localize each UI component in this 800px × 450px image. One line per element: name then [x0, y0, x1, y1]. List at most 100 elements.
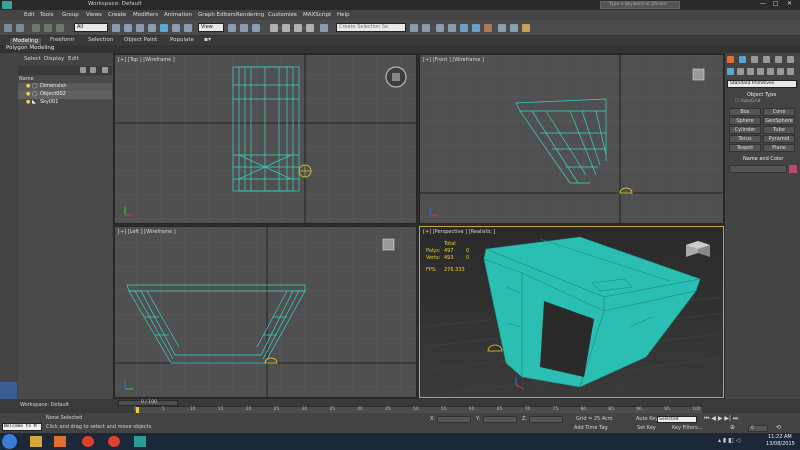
cylinder-button[interactable]: Cylinder [729, 126, 761, 134]
set-key-button[interactable]: Set Key [637, 426, 656, 431]
workspace-title[interactable]: Workspace: Default [88, 1, 142, 8]
current-frame-field[interactable]: 0 [748, 425, 768, 432]
tab-selection[interactable]: Selection [88, 37, 113, 44]
tab-populate[interactable]: Populate [170, 37, 194, 44]
explorer-menu-edit[interactable]: Edit [68, 56, 79, 63]
zoom-extents-icon[interactable]: ⊕ [730, 425, 735, 431]
plane-button[interactable]: Plane [763, 144, 795, 152]
layer-manager-icon[interactable] [436, 24, 444, 32]
rendered-frame-window-icon[interactable] [510, 24, 518, 32]
object-color-swatch[interactable] [789, 165, 797, 173]
chrome-taskbar-icon-2[interactable] [108, 436, 120, 447]
maxscript-listener[interactable]: Welcome to M [2, 423, 42, 431]
cone-button[interactable]: Cone [763, 108, 795, 116]
shapes-icon[interactable] [737, 68, 744, 75]
name-and-color-rollout[interactable]: Name and Color [743, 157, 783, 162]
menu-customize[interactable]: Customize [268, 12, 297, 18]
systems-icon[interactable] [787, 68, 794, 75]
undo-icon[interactable] [4, 24, 12, 32]
curve-editor-icon[interactable] [460, 24, 468, 32]
select-scale-icon[interactable] [184, 24, 192, 32]
graphite-toggle-icon[interactable] [448, 24, 456, 32]
minimize-icon[interactable]: — [760, 1, 766, 7]
motion-tab-icon[interactable] [763, 56, 770, 63]
geometry-icon[interactable] [727, 68, 734, 75]
render-setup-icon[interactable] [498, 24, 506, 32]
display-none-icon[interactable] [90, 67, 96, 73]
edit-named-selection-icon[interactable] [320, 24, 328, 32]
align-icon[interactable] [422, 24, 430, 32]
menu-tools[interactable]: Tools [40, 12, 54, 18]
viewport-top-label[interactable]: [+] [Top ] [Wireframe ] [118, 57, 175, 63]
unlink-icon[interactable] [44, 24, 52, 32]
menu-modifiers[interactable]: Modifiers [133, 12, 158, 18]
visibility-icon[interactable]: ● [26, 92, 30, 97]
cameras-icon[interactable] [757, 68, 764, 75]
object-name-field[interactable] [729, 165, 787, 173]
app-logo-icon[interactable] [2, 1, 12, 9]
primitive-category-dropdown[interactable]: Standard Primitives [727, 80, 797, 88]
reference-coordinate-dropdown[interactable]: View [198, 23, 224, 32]
menu-rendering[interactable]: Rendering [236, 12, 264, 18]
display-tab-icon[interactable] [775, 56, 782, 63]
tab-object-paint[interactable]: Object Paint [124, 37, 157, 44]
maximize-icon[interactable]: □ [773, 1, 779, 7]
tube-button[interactable]: Tube [763, 126, 795, 134]
tray-icons[interactable]: ▴ ▮ ◧ ◁ [718, 438, 740, 444]
viewport-top[interactable]: [+] [Top ] [Wireframe ] [114, 54, 417, 224]
visibility-icon[interactable]: ● [26, 84, 30, 89]
viewport-perspective[interactable]: [+] [Perspective ] [Realistic ] Total Po… [419, 226, 724, 398]
bind-space-warp-icon[interactable] [56, 24, 64, 32]
media-player-taskbar-icon[interactable] [54, 436, 66, 447]
lights-icon[interactable] [747, 68, 754, 75]
teapot-button[interactable]: Teapot [729, 144, 761, 152]
select-by-name-icon[interactable] [124, 24, 132, 32]
filter-icon[interactable] [80, 67, 86, 73]
pyramid-button[interactable]: Pyramid [763, 135, 795, 143]
explorer-menu-select[interactable]: Select [24, 56, 41, 63]
viewport-front-label[interactable]: [+] [Front ] [Wireframe ] [423, 57, 484, 63]
clock-date[interactable]: 13/08/2015 [766, 442, 795, 447]
menu-maxscript[interactable]: MAXScript [303, 12, 331, 18]
auto-key-button[interactable]: Auto Key [636, 417, 658, 422]
explorer-close-icon[interactable] [102, 67, 108, 73]
object-type-rollout[interactable]: Object Type [747, 93, 776, 98]
menu-group[interactable]: Group [62, 12, 79, 18]
key-filters-button[interactable]: Key Filters... [672, 426, 702, 431]
3dsmax-taskbar-icon[interactable] [134, 436, 146, 447]
schematic-view-icon[interactable] [472, 24, 480, 32]
tab-polygon-modeling[interactable]: Polygon Modeling [6, 45, 54, 52]
viewport-front[interactable]: [+] [Front ] [Wireframe ] [419, 54, 724, 224]
track-bar[interactable]: 0 5 10 15 20 25 30 35 40 45 50 55 60 65 70 75 80 85 90 95 10… [134, 406, 702, 413]
explorer-menu-display[interactable]: Display [44, 56, 64, 63]
keyboard-shortcut-icon[interactable] [252, 24, 260, 32]
status-workspace[interactable]: Workspace: Default [20, 403, 69, 408]
percent-snap-icon[interactable] [294, 24, 302, 32]
menu-graph-editors[interactable]: Graph Editors [198, 12, 236, 18]
add-time-tag-button[interactable]: Add Time Tag [574, 426, 608, 431]
helpers-icon[interactable] [767, 68, 774, 75]
link-icon[interactable] [32, 24, 40, 32]
menu-help[interactable]: Help [337, 12, 350, 18]
rectangular-selection-icon[interactable] [136, 24, 144, 32]
orbit-icon[interactable]: ⟲ [776, 425, 781, 431]
explorer-taskbar-icon[interactable] [30, 436, 42, 447]
viewport-layout-tab[interactable] [0, 382, 17, 399]
coord-y-field[interactable] [483, 416, 517, 423]
column-header-name[interactable]: Name [19, 77, 34, 82]
select-rotate-icon[interactable] [172, 24, 180, 32]
list-item[interactable]: ● ◯ Object002 [18, 91, 112, 99]
search-input[interactable]: Type a keyword or phrase [600, 1, 680, 9]
key-mode-dropdown[interactable]: Selected [657, 416, 697, 423]
window-crossing-icon[interactable] [148, 24, 156, 32]
mirror-icon[interactable] [410, 24, 418, 32]
box-button[interactable]: Box [729, 108, 761, 116]
menu-views[interactable]: Views [86, 12, 102, 18]
list-item[interactable]: ● ◣ Sky001 [18, 99, 112, 107]
viewport-left[interactable]: [+] [Left ] [Wireframe ] [114, 226, 417, 398]
viewport-perspective-label[interactable]: [+] [Perspective ] [Realistic ] [423, 229, 495, 235]
spinner-snap-icon[interactable] [306, 24, 314, 32]
chrome-taskbar-icon[interactable] [82, 436, 94, 447]
utilities-tab-icon[interactable] [787, 56, 794, 63]
close-icon[interactable]: ✕ [787, 1, 792, 7]
